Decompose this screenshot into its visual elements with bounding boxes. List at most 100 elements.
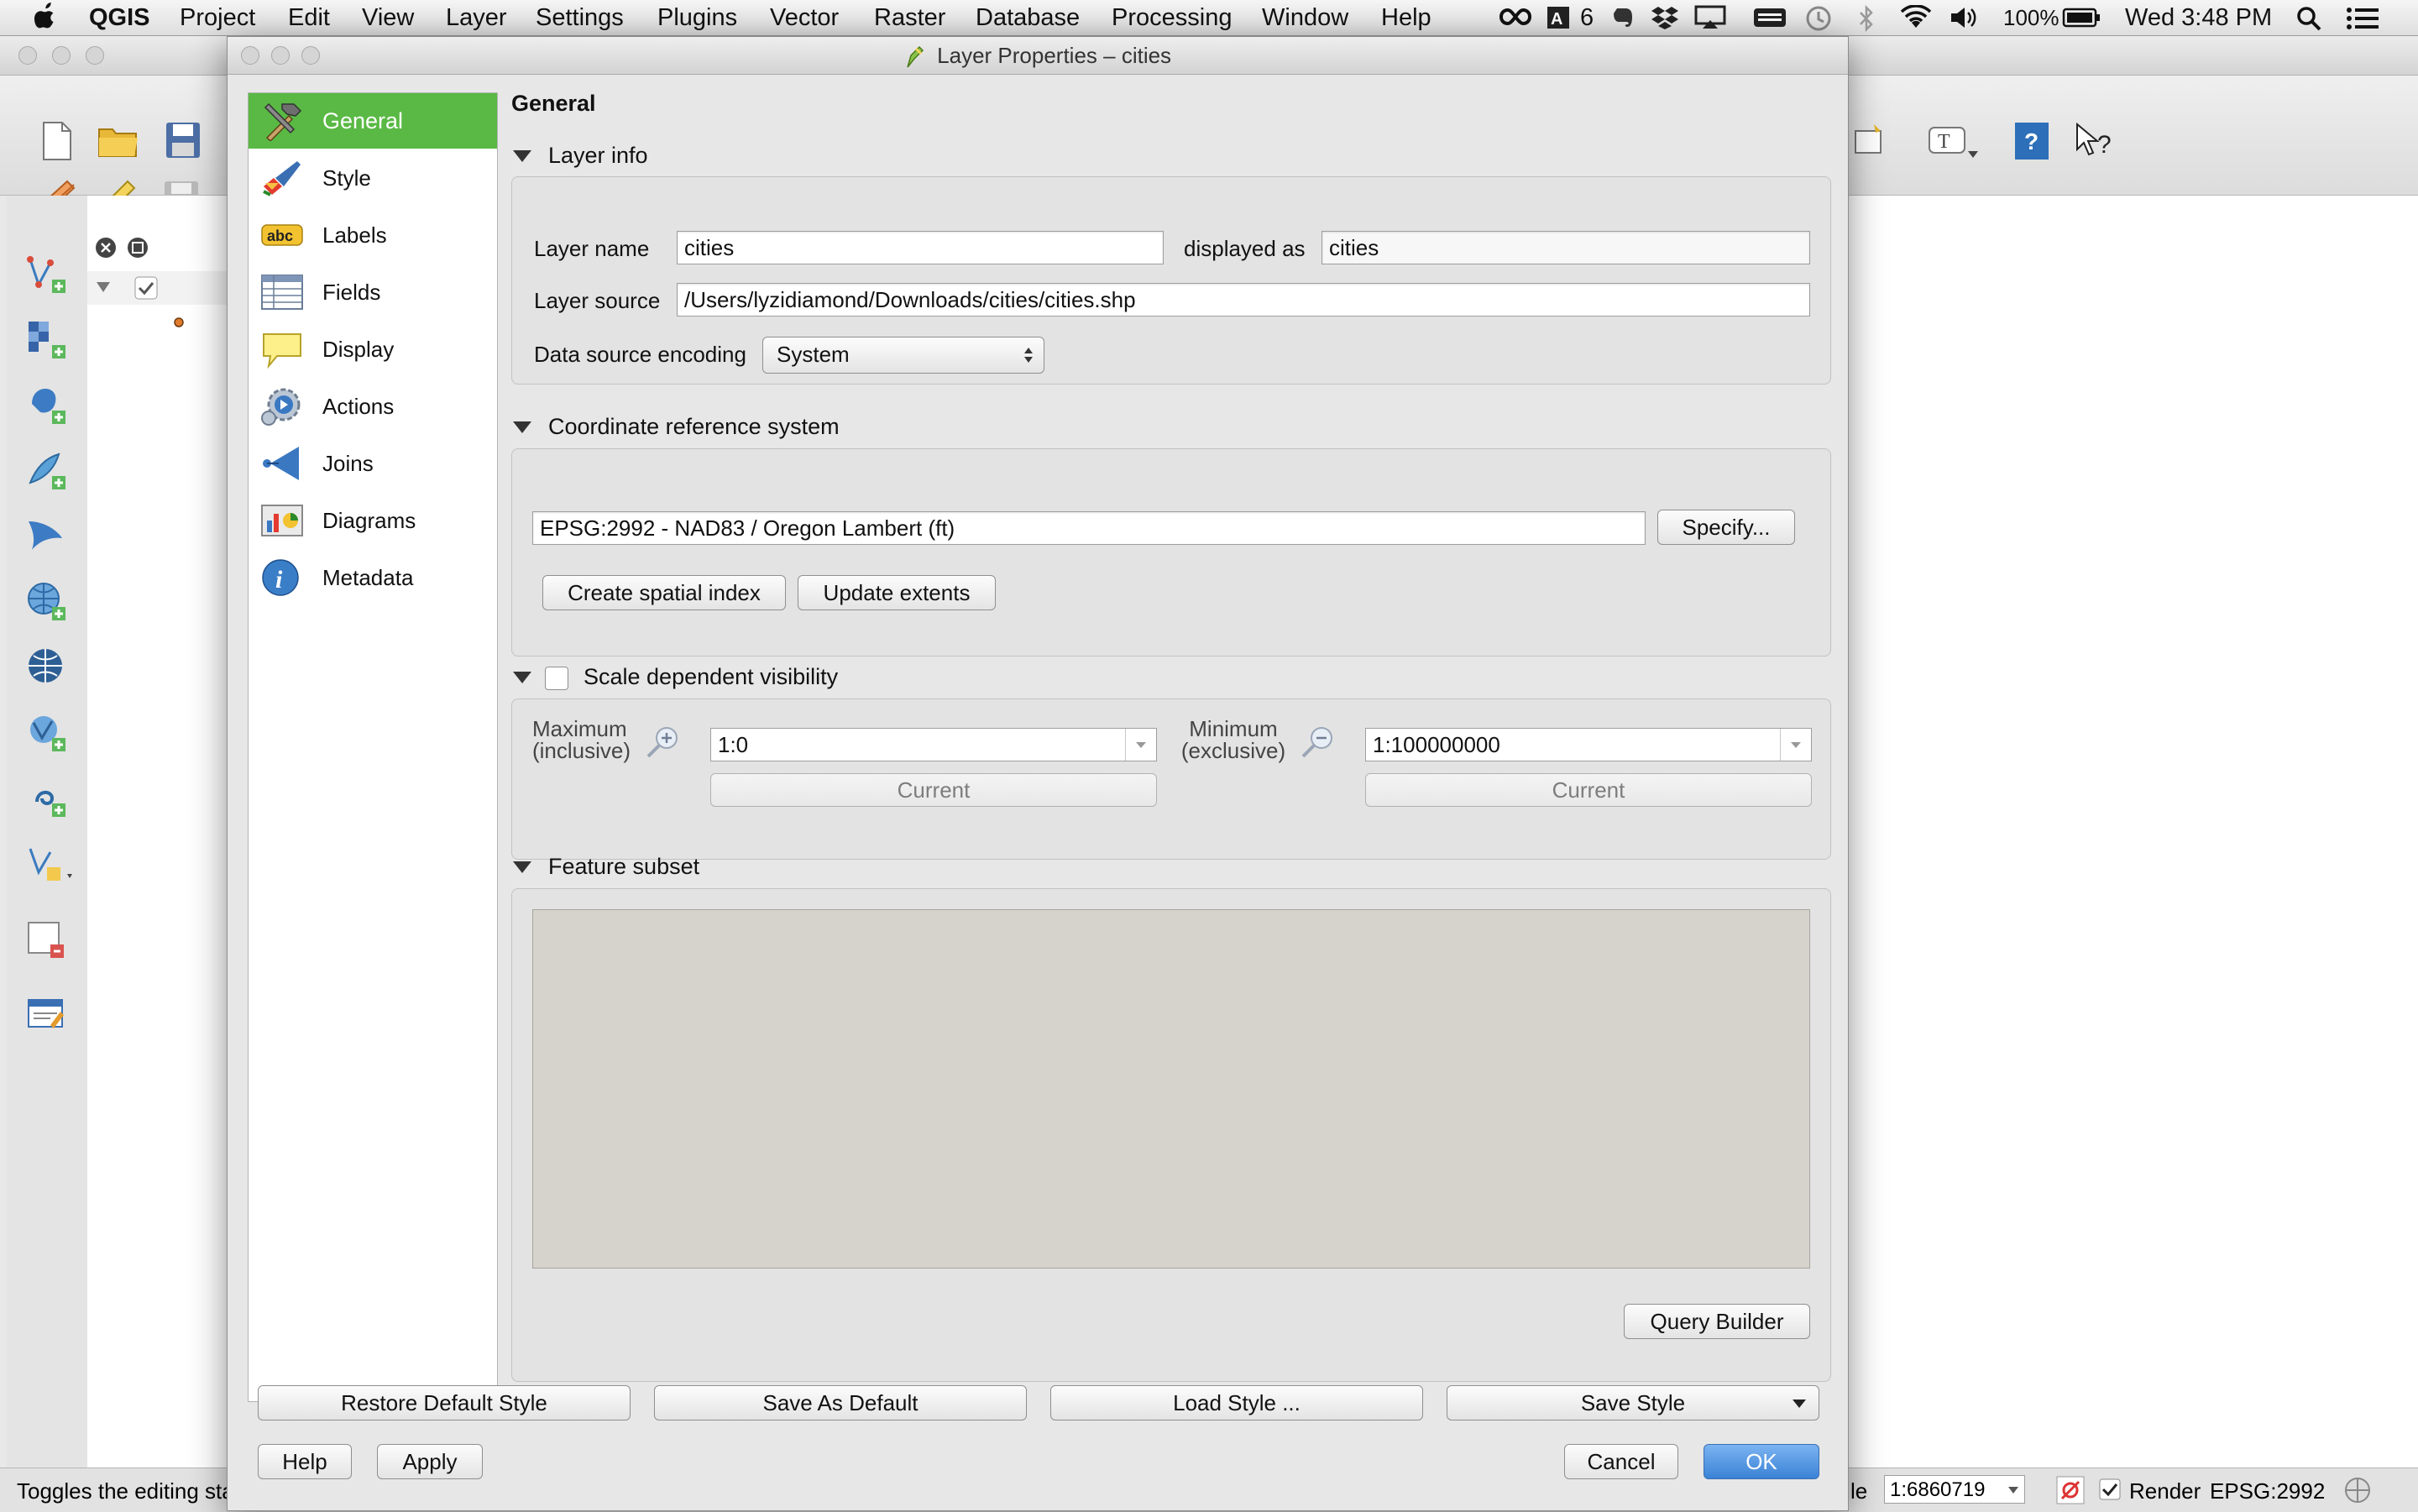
scale-visibility-section-title[interactable]: Scale dependent visibility [584, 664, 838, 690]
menu-layer[interactable]: Layer [446, 3, 507, 32]
add-delimited-text-layer-icon[interactable] [25, 777, 69, 820]
menu-database[interactable]: Database [976, 3, 1080, 32]
add-postgis-layer-icon[interactable] [25, 384, 69, 427]
feature-subset-section-title[interactable]: Feature subset [548, 854, 699, 880]
update-extents-button[interactable]: Update extents [798, 575, 996, 610]
save-style-button[interactable]: Save Style [1447, 1385, 1819, 1420]
sidebar-item-general[interactable]: General [249, 93, 497, 149]
new-project-icon[interactable] [40, 121, 74, 161]
scale-visibility-checkbox[interactable] [545, 667, 568, 690]
layer-source-input[interactable]: /Users/lyzidiamond/Downloads/cities/citi… [677, 283, 1810, 317]
add-raster-layer-icon[interactable] [25, 318, 69, 362]
help-button[interactable]: Help [258, 1444, 352, 1479]
help-contents-icon[interactable]: ? [2013, 121, 2050, 161]
sidebar-item-fields[interactable]: Fields [249, 264, 497, 320]
sidebar-item-actions[interactable]: Actions [249, 379, 497, 434]
apply-button[interactable]: Apply [377, 1444, 483, 1479]
adobe-icon[interactable]: A [1547, 5, 1577, 30]
time-machine-icon[interactable] [1805, 5, 1832, 32]
open-project-icon[interactable] [97, 124, 139, 158]
menu-project[interactable]: Project [180, 3, 255, 32]
volume-icon[interactable] [1950, 5, 1978, 30]
window-zoom-button[interactable] [86, 46, 104, 65]
collapse-triangle-icon[interactable] [513, 672, 531, 683]
menu-edit[interactable]: Edit [288, 3, 330, 32]
menu-raster[interactable]: Raster [874, 3, 945, 32]
maximum-scale-combobox[interactable]: 1:0 [710, 728, 1157, 761]
dropbox-icon[interactable] [1651, 5, 1679, 30]
crs-section-title[interactable]: Coordinate reference system [548, 414, 840, 440]
window-close-button[interactable] [18, 46, 37, 65]
add-mssql-layer-icon[interactable] [25, 515, 69, 558]
menu-view[interactable]: View [362, 3, 414, 32]
menu-settings[interactable]: Settings [536, 3, 624, 32]
layer-info-section-title[interactable]: Layer info [548, 143, 648, 169]
add-wfs-layer-icon[interactable] [25, 711, 69, 755]
minimum-scale-combobox[interactable]: 1:100000000 [1365, 728, 1812, 761]
evernote-icon[interactable] [1610, 5, 1636, 30]
restore-default-style-button[interactable]: Restore Default Style [258, 1385, 631, 1420]
spotlight-search-icon[interactable] [2295, 5, 2322, 32]
map-canvas[interactable] [1845, 196, 2418, 1472]
airplay-icon[interactable] [1694, 5, 1726, 30]
bluetooth-icon[interactable] [1857, 5, 1876, 32]
layer-properties-icon[interactable] [25, 993, 69, 1037]
notification-center-icon[interactable] [2346, 7, 2379, 30]
add-spatialite-layer-icon[interactable] [25, 449, 69, 493]
collapse-triangle-icon[interactable] [513, 150, 531, 162]
save-project-icon[interactable] [165, 121, 202, 160]
dialog-close-button[interactable] [241, 46, 259, 65]
save-as-default-button[interactable]: Save As Default [654, 1385, 1027, 1420]
window-minimize-button[interactable] [52, 46, 71, 65]
create-spatial-index-button[interactable]: Create spatial index [542, 575, 786, 610]
crs-status-button[interactable]: EPSG:2992 [2210, 1478, 2325, 1504]
menu-clock[interactable]: Wed 3:48 PM [2125, 3, 2272, 32]
sidebar-item-joins[interactable]: Joins [249, 436, 497, 491]
sidebar-item-style[interactable]: Style [249, 150, 497, 206]
keyboard-icon[interactable] [1753, 7, 1787, 29]
add-vector-layer-icon[interactable] [25, 253, 69, 296]
dropdown-arrow-icon[interactable] [1792, 1399, 1807, 1409]
menu-app-name[interactable]: QGIS [89, 3, 150, 32]
remove-layer-icon[interactable] [25, 919, 69, 963]
layer-tree-row[interactable] [87, 271, 230, 305]
sidebar-item-metadata[interactable]: i Metadata [249, 550, 497, 605]
dialog-zoom-button[interactable] [301, 46, 320, 65]
menu-processing[interactable]: Processing [1112, 3, 1232, 32]
crs-globe-icon[interactable] [2342, 1475, 2373, 1505]
add-wcs-layer-icon[interactable] [25, 646, 69, 689]
panel-close-icon[interactable] [94, 236, 118, 259]
add-wms-layer-icon[interactable] [25, 580, 69, 624]
whats-this-icon[interactable]: ? [2074, 121, 2116, 161]
wifi-icon[interactable] [1899, 5, 1933, 30]
dialog-minimize-button[interactable] [271, 46, 290, 65]
subset-expression-textarea[interactable] [532, 909, 1810, 1269]
sidebar-item-diagrams[interactable]: Diagrams [249, 493, 497, 548]
cancel-button[interactable]: Cancel [1564, 1444, 1678, 1479]
chevron-down-icon[interactable] [1125, 729, 1156, 761]
minimum-current-button[interactable]: Current [1365, 773, 1812, 807]
ok-button[interactable]: OK [1704, 1444, 1819, 1479]
scale-combobox[interactable]: 1:6860719 [1884, 1475, 2025, 1504]
stop-render-icon[interactable] [2055, 1475, 2086, 1505]
specify-crs-button[interactable]: Specify... [1657, 510, 1795, 545]
crs-field[interactable]: EPSG:2992 - NAD83 / Oregon Lambert (ft) [532, 511, 1646, 545]
query-builder-button[interactable]: Query Builder [1624, 1304, 1810, 1339]
text-annotation-icon[interactable]: T [1928, 124, 1980, 161]
panel-float-icon[interactable] [126, 236, 149, 259]
collapse-triangle-icon[interactable] [513, 421, 531, 433]
chevron-down-icon[interactable] [1780, 729, 1811, 761]
expand-arrow-icon[interactable] [96, 281, 111, 293]
menu-plugins[interactable]: Plugins [657, 3, 737, 32]
layer-name-input[interactable]: cities [677, 231, 1164, 264]
maximum-current-button[interactable]: Current [710, 773, 1157, 807]
layer-visibility-checkbox[interactable] [134, 276, 158, 300]
menu-window[interactable]: Window [1262, 3, 1348, 32]
menu-help[interactable]: Help [1381, 3, 1431, 32]
menu-vector[interactable]: Vector [770, 3, 839, 32]
render-checkbox[interactable] [2099, 1478, 2121, 1500]
collapse-triangle-icon[interactable] [513, 861, 531, 873]
battery-icon[interactable] [2062, 7, 2101, 29]
load-style-button[interactable]: Load Style ... [1050, 1385, 1423, 1420]
annotation-icon[interactable] [1852, 123, 1886, 156]
